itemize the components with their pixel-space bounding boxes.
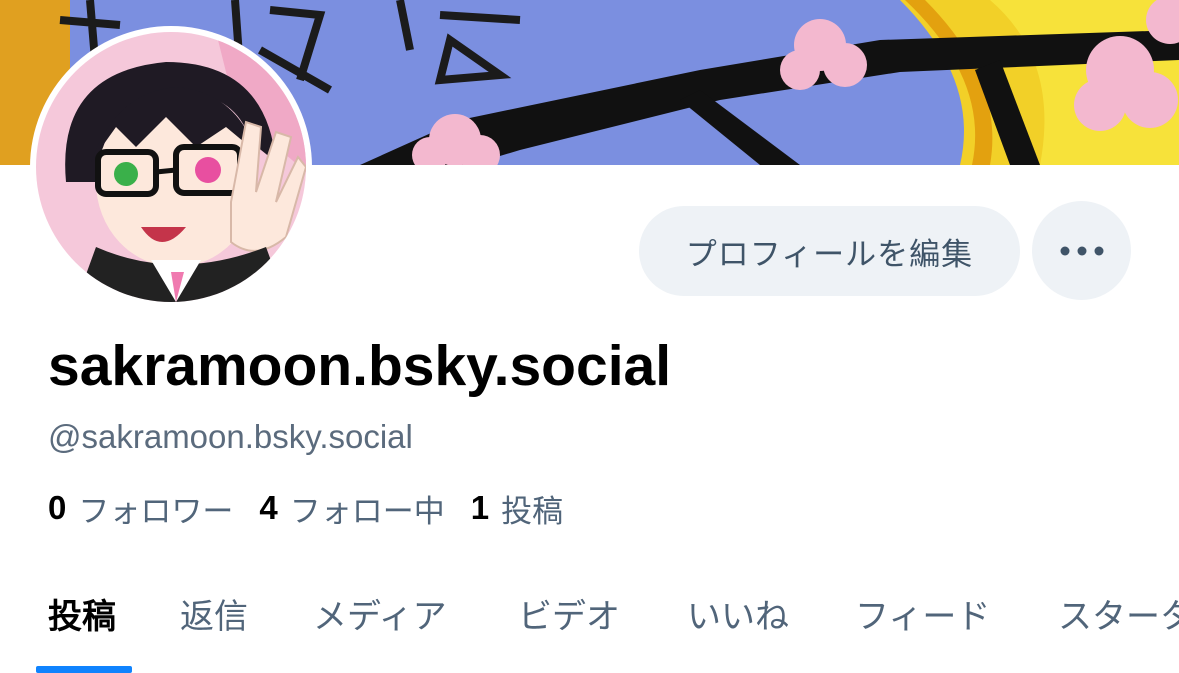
- user-handle: @sakramoon.bsky.social: [48, 418, 413, 455]
- following-label: フォロー中: [289, 493, 445, 530]
- avatar-image: [36, 32, 306, 302]
- display-name: sakramoon.bsky.social: [48, 334, 672, 398]
- followers-stat[interactable]: 0 フォロワー: [48, 486, 233, 531]
- edit-profile-label: プロフィールを編集: [685, 236, 974, 273]
- posts-label: 投稿: [501, 493, 564, 530]
- following-count: 4: [259, 489, 278, 526]
- tab-videos[interactable]: ビデオ: [518, 589, 620, 638]
- tab-posts[interactable]: 投稿: [48, 589, 116, 638]
- posts-stat: 1 投稿: [471, 486, 563, 531]
- edit-profile-button[interactable]: プロフィールを編集: [639, 206, 1020, 296]
- tab-replies[interactable]: 返信: [180, 589, 248, 638]
- profile-stats: 0 フォロワー 4 フォロー中 1 投稿: [48, 486, 589, 530]
- profile-tabs: 投稿 返信 メディア ビデオ いいね フィード スターターパック: [0, 575, 1179, 673]
- followers-label: フォロワー: [78, 493, 234, 530]
- profile-page: プロフィールを編集 sakramoon.bsky.social @sakramo…: [0, 0, 1179, 673]
- followers-count: 0: [48, 489, 67, 526]
- tab-feeds[interactable]: フィード: [855, 589, 990, 638]
- more-options-button[interactable]: [1032, 201, 1131, 300]
- active-tab-indicator: [36, 666, 132, 673]
- tab-media[interactable]: メディア: [313, 589, 447, 638]
- avatar[interactable]: [30, 26, 312, 308]
- following-stat[interactable]: 4 フォロー中: [259, 486, 444, 531]
- tab-likes[interactable]: いいね: [687, 589, 789, 638]
- ellipsis-icon: [1060, 246, 1103, 255]
- posts-count: 1: [470, 489, 490, 526]
- tab-starter-packs[interactable]: スターターパック: [1058, 589, 1179, 638]
